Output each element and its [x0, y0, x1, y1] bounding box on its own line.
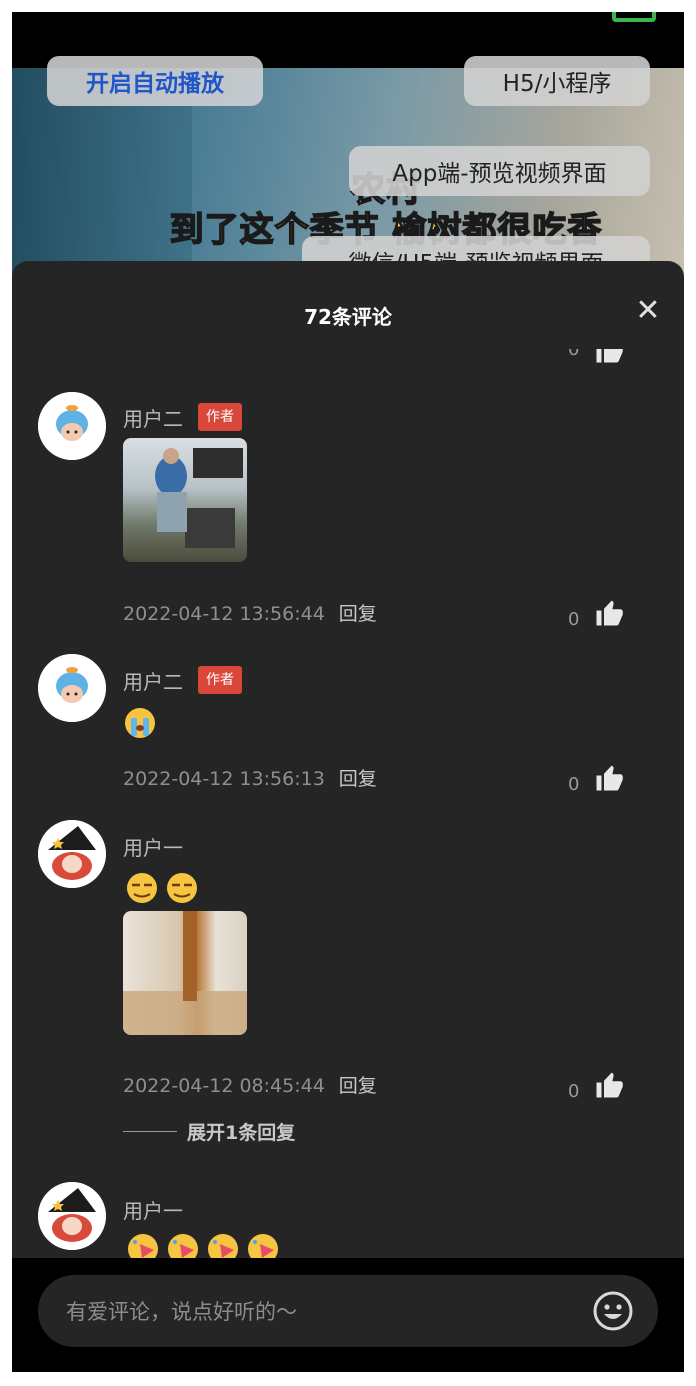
comments-title: 72条评论 [304, 305, 392, 329]
close-icon[interactable]: ✕ [634, 296, 662, 326]
reply-button[interactable]: 回复 [339, 768, 377, 790]
like-count: 0 [568, 609, 580, 630]
author-tag: 作者 [198, 403, 242, 431]
comment-username[interactable]: 用户二 [123, 403, 183, 432]
comment-meta: 2022-04-12 08:45:44 回复 [123, 1071, 377, 1098]
comment-image[interactable] [123, 911, 247, 1035]
smirk-emoji-icon [167, 873, 197, 903]
expand-replies-label: 展开1条回复 [187, 1122, 296, 1144]
crying-emoji-icon [125, 708, 155, 738]
reply-button[interactable]: 回复 [339, 1075, 377, 1097]
comment-meta: 2022-04-12 13:56:44 回复 [123, 599, 377, 626]
comment-time: 2022-04-12 13:56:44 [123, 603, 325, 625]
comment-username[interactable]: 用户一 [123, 832, 183, 861]
smiley-icon[interactable] [592, 1290, 634, 1332]
comment-username[interactable]: 用户二 [123, 666, 183, 695]
comment-input-bar [12, 1258, 684, 1372]
comment-meta: 2022-04-12 13:56:13 回复 [123, 764, 377, 791]
comment-input[interactable] [64, 1275, 568, 1349]
phone-screen: 农村 到了这个季节 榆树都很吃香 开启自动播放 H5/小程序 App端-预览视频… [12, 12, 684, 1372]
author-tag: 作者 [198, 666, 242, 694]
thumbs-up-icon[interactable] [594, 763, 624, 793]
comments-panel: 72条评论 ✕ 0 用户二 作者 2022-04-12 13:56:44 回复 … [12, 261, 684, 1372]
avatar-user-one[interactable] [38, 1182, 106, 1250]
like-count: 0 [568, 774, 580, 795]
avatar-user-one[interactable] [38, 820, 106, 888]
clipped-like-row: 0 [568, 349, 648, 365]
thumbs-up-icon[interactable] [594, 598, 624, 628]
avatar-user-two[interactable] [38, 654, 106, 722]
app-preview-button[interactable]: App端-预览视频界面 [349, 146, 650, 196]
like-count: 0 [568, 1081, 580, 1102]
expand-replies-button[interactable]: 展开1条回复 [123, 1118, 295, 1145]
h5-miniprogram-button[interactable]: H5/小程序 [464, 56, 650, 106]
comment-username[interactable]: 用户一 [123, 1195, 183, 1224]
comment-input-box[interactable] [38, 1275, 658, 1349]
smirk-emoji-icon [127, 873, 157, 903]
comment-time: 2022-04-12 13:56:13 [123, 768, 325, 790]
autoplay-button[interactable]: 开启自动播放 [47, 56, 263, 106]
avatar-user-two[interactable] [38, 392, 106, 460]
comment-time: 2022-04-12 08:45:44 [123, 1075, 325, 1097]
thumbs-up-icon[interactable] [594, 1070, 624, 1100]
comment-image[interactable] [123, 438, 247, 562]
reply-button[interactable]: 回复 [339, 603, 377, 625]
corner-indicator [612, 12, 656, 22]
thumbs-up-icon[interactable] [594, 349, 624, 365]
